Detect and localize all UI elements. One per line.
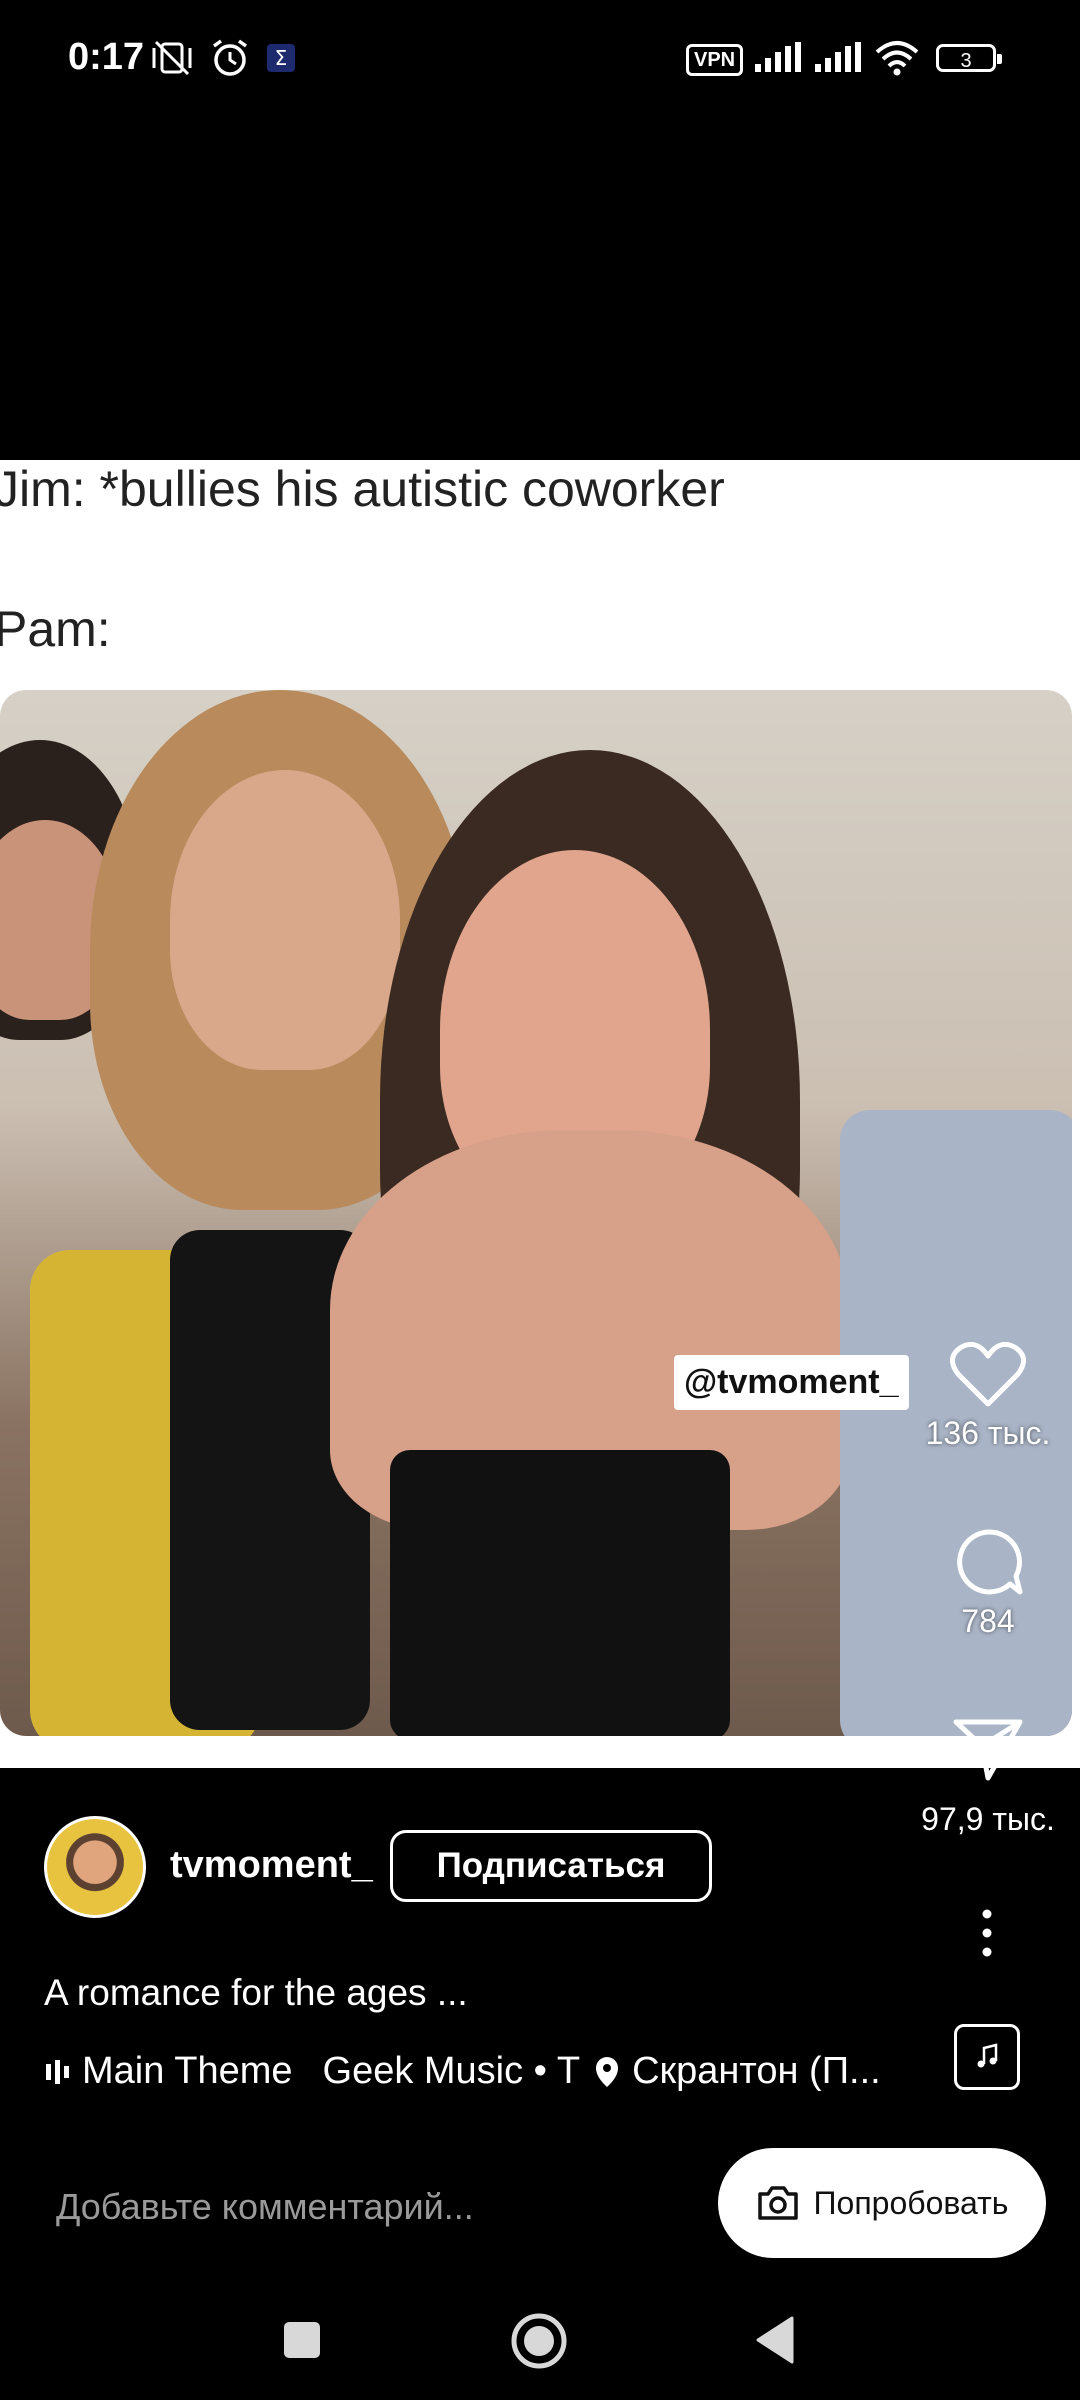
system-nav-bar: [0, 2280, 1080, 2400]
wifi-icon: [872, 38, 922, 78]
vpn-icon: VPN: [686, 44, 744, 76]
comment-button[interactable]: 784: [918, 1526, 1058, 1640]
share-button[interactable]: 97,9 тыс.: [918, 1716, 1058, 1838]
heart-icon: [950, 1341, 1026, 1407]
home-button[interactable]: [510, 2312, 568, 2375]
square-icon: [284, 2322, 320, 2358]
share-count: 97,9 тыс.: [921, 1801, 1055, 1837]
watermark-tag: @tvmoment_: [674, 1355, 909, 1410]
sigma-icon: Σ: [266, 38, 296, 78]
status-bar: 0:17 Σ VPN 3: [0, 0, 1080, 120]
post-description[interactable]: A romance for the ages ...: [44, 1972, 468, 2014]
comment-input[interactable]: Добавьте комментарий...: [56, 2186, 474, 2228]
avatar[interactable]: [44, 1816, 146, 1918]
send-icon: [953, 1719, 1023, 1781]
try-button[interactable]: Попробовать: [718, 2148, 1046, 2258]
more-options-icon[interactable]: [972, 1908, 1002, 1958]
recents-button[interactable]: [282, 2320, 322, 2365]
like-count: 136 тыс.: [925, 1415, 1051, 1451]
try-button-label: Попробовать: [813, 2184, 1009, 2221]
music-note-icon[interactable]: [954, 2024, 1020, 2090]
comment-count: 784: [961, 1603, 1015, 1639]
signal-icon: [752, 38, 802, 78]
music-title: Main Theme: [82, 2050, 293, 2092]
music-artist: Geek Music • T: [322, 2050, 581, 2092]
svg-text:Σ: Σ: [275, 46, 288, 70]
meme-caption-line-2: Pam:: [0, 601, 111, 657]
battery-icon: 3: [936, 44, 1002, 72]
signal-icon: [812, 38, 862, 78]
camera-icon: [757, 2186, 798, 2220]
location-pin-icon: [594, 2055, 620, 2089]
like-button[interactable]: 136 тыс.: [918, 1340, 1058, 1452]
equalizer-icon: [44, 2058, 72, 2086]
meme-caption-line-1: Jim: *bullies his autistic coworker: [0, 461, 725, 517]
alarm-icon: [208, 38, 252, 78]
username[interactable]: tvmoment_: [170, 1844, 373, 1887]
location-label: Скрантон (П...: [632, 2050, 881, 2092]
music-info-row[interactable]: Main Theme Geek Music • T Скрантон (П...: [44, 2050, 881, 2093]
back-triangle-icon: [756, 2316, 794, 2364]
clock: 0:17: [68, 36, 145, 78]
home-circle-icon: [511, 2313, 567, 2369]
back-button[interactable]: [754, 2316, 794, 2369]
post-photo: [0, 690, 1072, 1736]
follow-button[interactable]: Подписаться: [390, 1830, 712, 1902]
comment-icon: [957, 1529, 1023, 1595]
mute-vibrate-icon: [150, 38, 194, 78]
